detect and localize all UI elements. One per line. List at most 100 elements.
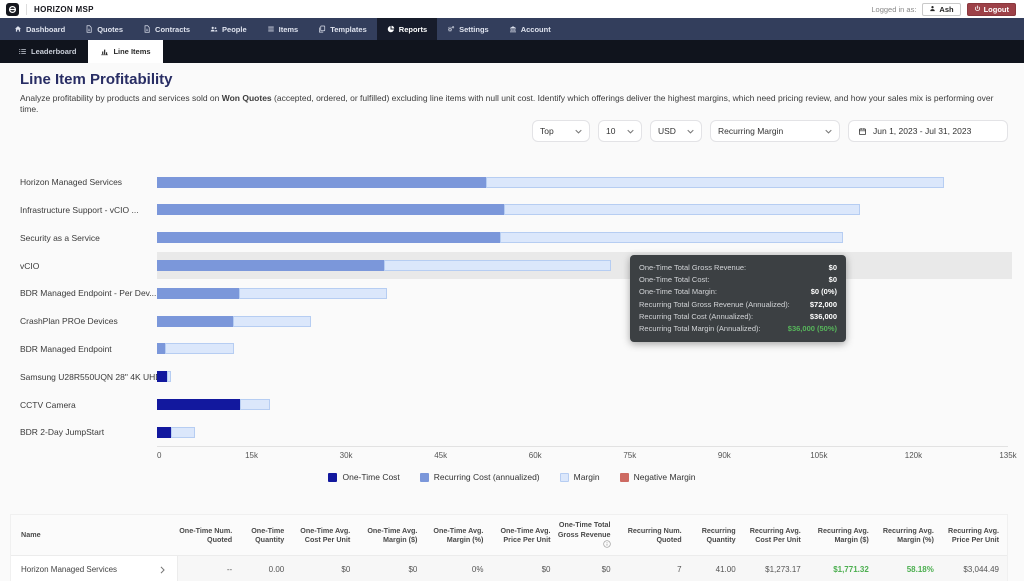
- nav-item-people[interactable]: People: [200, 18, 257, 40]
- home-icon: [14, 25, 22, 33]
- metric-filter-select[interactable]: Recurring Margin: [710, 120, 840, 142]
- chart-row: CCTV Camera: [0, 391, 1024, 419]
- top-filter-select[interactable]: Top: [532, 120, 590, 142]
- logout-button[interactable]: Logout: [967, 3, 1016, 16]
- nav-item-settings[interactable]: Settings: [437, 18, 499, 40]
- tooltip-value: $0 (0%): [811, 286, 837, 298]
- topbar: HORIZON MSP Logged in as: Ash Logout: [0, 0, 1024, 18]
- axis-tick-label: 0: [157, 451, 161, 460]
- axis-tick-label: 135k: [999, 451, 1016, 460]
- count-filter-select[interactable]: 10: [598, 120, 642, 142]
- chart-row: CrashPlan PROe Devices: [0, 307, 1024, 335]
- chart-bar[interactable]: [157, 232, 1008, 243]
- gears-icon: [447, 25, 455, 33]
- bar-segment-blue: [157, 343, 165, 354]
- document-icon: [85, 25, 93, 33]
- currency-filter-select[interactable]: USD: [650, 120, 702, 142]
- chart-row: Horizon Managed Services: [0, 168, 1024, 196]
- axis-tick-label: 75k: [623, 451, 636, 460]
- page-title: Line Item Profitability: [20, 71, 1024, 88]
- main-nav: Dashboard Quotes Contracts People Items Templ…: [0, 18, 1024, 40]
- chart-category-label: Horizon Managed Services: [0, 177, 157, 187]
- chart-row: Samsung U28R550UQN 28" 4K UHD ...: [0, 363, 1024, 391]
- tooltip-value: $72,000: [810, 299, 837, 311]
- row-name-cell[interactable]: Horizon Managed Services: [11, 556, 177, 581]
- legend-label: One-Time Cost: [342, 472, 399, 482]
- nav-item-items[interactable]: Items: [257, 18, 309, 40]
- nav-item-contracts[interactable]: Contracts: [133, 18, 200, 40]
- nav-item-account[interactable]: Account: [499, 18, 561, 40]
- chart-category-label: BDR Managed Endpoint - Per Dev...: [0, 288, 157, 298]
- nav-item-label: Dashboard: [26, 25, 65, 34]
- chart-bar[interactable]: [157, 177, 1008, 188]
- nav-item-label: Contracts: [155, 25, 190, 34]
- people-icon: [210, 25, 218, 33]
- tooltip-label: Recurring Total Gross Revenue (Annualize…: [639, 299, 790, 311]
- power-icon: [974, 5, 981, 14]
- chevron-down-icon: [627, 129, 634, 134]
- chevron-right-icon[interactable]: [160, 566, 165, 574]
- chart-category-label: BDR 2-Day JumpStart: [0, 427, 157, 437]
- tab-leaderboard[interactable]: Leaderboard: [6, 40, 88, 63]
- bar-segment-blue: [157, 204, 504, 215]
- document-icon: [143, 25, 151, 33]
- list-icon: [267, 25, 275, 33]
- chart-row: Infrastructure Support - vCIO ...: [0, 196, 1024, 224]
- table-row: Horizon Managed Services--0.00$0$00%$0$0…: [11, 556, 1007, 581]
- chart-row: BDR Managed Endpoint - Per Dev...: [0, 279, 1024, 307]
- axis-tick-label: 90k: [718, 451, 731, 460]
- bar-segment-blue: [157, 232, 500, 243]
- chart-bar[interactable]: [157, 260, 1008, 271]
- nav-item-templates[interactable]: Templates: [308, 18, 377, 40]
- chart-category-label: BDR Managed Endpoint: [0, 344, 157, 354]
- column-header: One-Time Num. Quoted: [177, 515, 238, 556]
- nav-item-reports[interactable]: Reports: [377, 18, 437, 40]
- chart-bar[interactable]: [157, 204, 1008, 215]
- table-cell: $3,044.49: [940, 556, 1007, 581]
- nav-item-quotes[interactable]: Quotes: [75, 18, 133, 40]
- column-header: Name: [11, 515, 177, 556]
- copy-icon: [318, 25, 326, 33]
- bar-segment-navy: [157, 427, 171, 438]
- chart-bar[interactable]: [157, 371, 1008, 382]
- tab-label: Leaderboard: [31, 47, 76, 56]
- chart-bar[interactable]: [157, 399, 1008, 410]
- profitability-bar-chart: Horizon Managed Services Infrastructure S…: [0, 168, 1024, 446]
- user-button[interactable]: Ash: [922, 3, 960, 16]
- calendar-icon: [858, 127, 867, 136]
- nav-item-label: Templates: [330, 25, 367, 34]
- axis-tick-label: 15k: [245, 451, 258, 460]
- chart-legend: One-Time CostRecurring Cost (annualized)…: [0, 472, 1024, 482]
- table-cell: $1,273.17: [742, 556, 807, 581]
- chart-tooltip: One-Time Total Gross Revenue:$0One-Time …: [630, 255, 846, 342]
- nav-item-label: People: [222, 25, 247, 34]
- table-cell: --: [177, 556, 238, 581]
- legend-swatch: [560, 473, 569, 482]
- chart-bar[interactable]: [157, 427, 1008, 438]
- chart-bar[interactable]: [157, 316, 1008, 327]
- tooltip-row: One-Time Total Margin:$0 (0%): [639, 286, 837, 298]
- column-header: One-Time Avg. Margin (%): [423, 515, 489, 556]
- column-header: Recurring Quantity: [688, 515, 742, 556]
- axis-tick-label: 60k: [529, 451, 542, 460]
- date-range-picker[interactable]: Jun 1, 2023 - Jul 31, 2023: [848, 120, 1008, 142]
- tab-line-items[interactable]: Line Items: [88, 40, 162, 63]
- chart-bar[interactable]: [157, 343, 1008, 354]
- brand-area: HORIZON MSP: [6, 3, 94, 16]
- column-header: Recurring Avg. Margin ($): [807, 515, 875, 556]
- info-icon[interactable]: [603, 540, 611, 551]
- nav-item-dashboard[interactable]: Dashboard: [4, 18, 75, 40]
- bar-segment-blue: [157, 316, 233, 327]
- bar-segment-light: [500, 232, 843, 243]
- column-header: Recurring Avg. Price Per Unit: [940, 515, 1007, 556]
- legend-item: Negative Margin: [620, 472, 696, 482]
- logged-in-as-label: Logged in as:: [871, 5, 916, 14]
- column-header: One-Time Total Gross Revenue: [557, 515, 617, 556]
- column-header: Recurring Num. Quoted: [617, 515, 688, 556]
- chart-category-label: Infrastructure Support - vCIO ...: [0, 205, 157, 215]
- chart-bar[interactable]: [157, 288, 1008, 299]
- legend-item: One-Time Cost: [328, 472, 399, 482]
- line-items-table: NameOne-Time Num. QuotedOne-Time Quantit…: [11, 515, 1007, 581]
- page-content: Line Item Profitability Analyze profitab…: [0, 71, 1024, 581]
- tooltip-row: Recurring Total Gross Revenue (Annualize…: [639, 299, 837, 311]
